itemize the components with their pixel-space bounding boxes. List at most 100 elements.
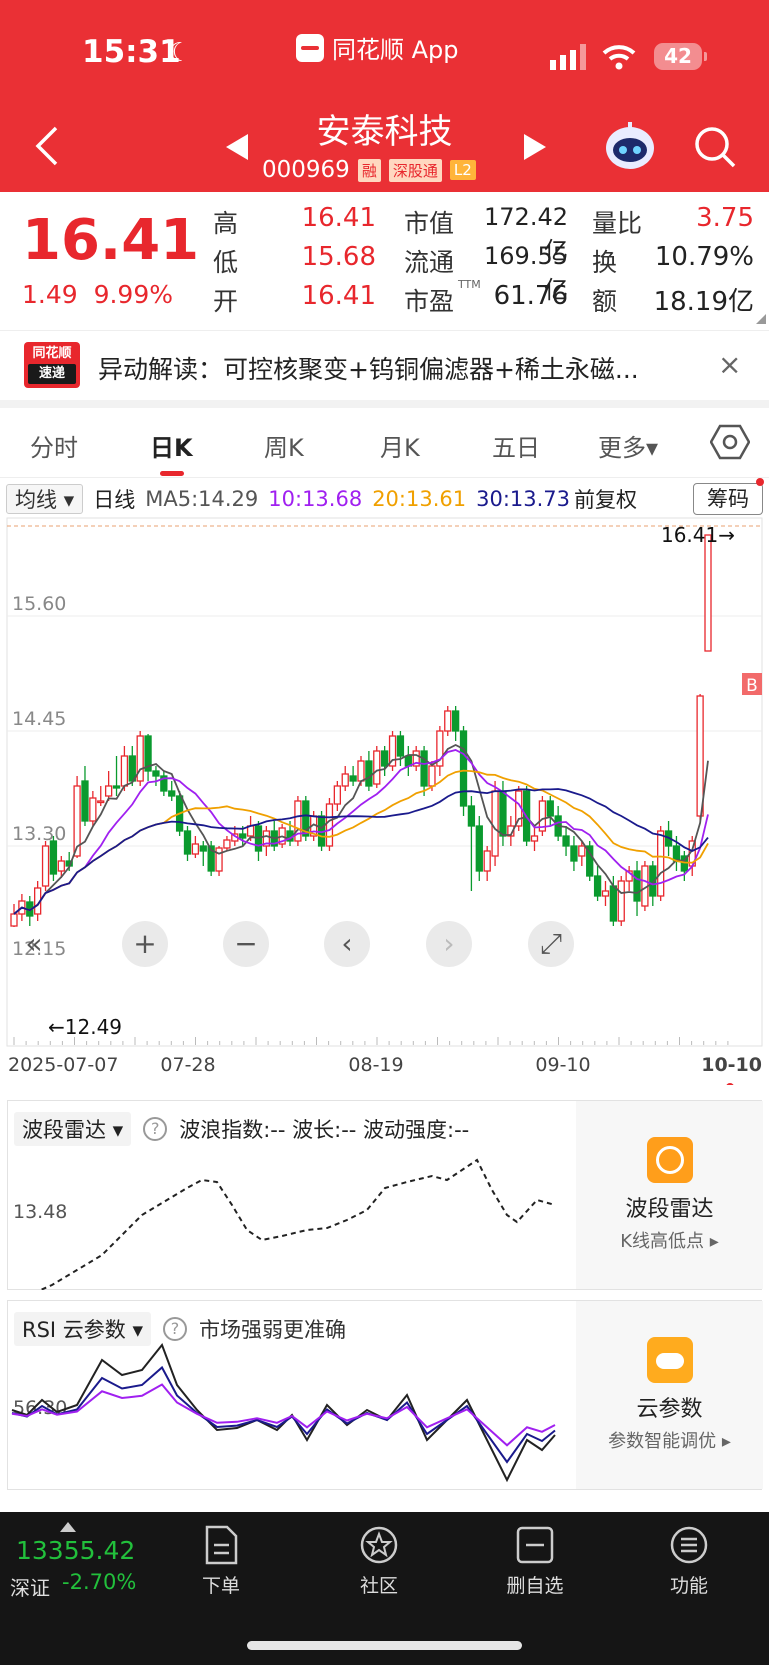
nav-order[interactable]: 下单 xyxy=(176,1525,266,1598)
volume-ratio-label: 量比 xyxy=(592,209,643,238)
settings-icon[interactable] xyxy=(710,424,750,460)
period-label: 日线 xyxy=(93,488,136,512)
nav-order-label: 下单 xyxy=(201,1575,240,1597)
expand-corner-icon[interactable] xyxy=(756,314,766,324)
scroll-left-icon[interactable]: « xyxy=(25,927,42,960)
rsi-chart: 56.30 xyxy=(11,1343,556,1483)
candle-body xyxy=(420,750,428,787)
close-icon[interactable]: × xyxy=(718,348,741,381)
wave-selector[interactable]: 波段雷达 ▾ xyxy=(14,1112,132,1146)
scroll-left-icon-glyph: « xyxy=(25,927,42,960)
connect-tag: 深股通 xyxy=(388,158,442,182)
candle-body xyxy=(112,785,121,789)
amount-label: 额 xyxy=(592,287,618,316)
tab-weekly-k[interactable]: 周K xyxy=(264,428,304,463)
high-label: 高 xyxy=(213,209,239,238)
wave-line xyxy=(38,1158,556,1290)
candle-body xyxy=(97,800,105,804)
status-time: 15:31 xyxy=(82,34,181,70)
kline-chart[interactable]: 16.7515.6014.4513.3012.15 16.41→ ←12.49 … xyxy=(0,515,769,1085)
help-icon[interactable]: ? xyxy=(163,1317,188,1341)
signal-icon xyxy=(550,44,586,70)
candle-body xyxy=(199,845,207,852)
candle-body xyxy=(81,780,89,822)
app-name: 同花顺 App xyxy=(296,30,459,65)
candle-body xyxy=(396,735,405,757)
ma20-value: 20:13.61 xyxy=(372,487,467,511)
candle-body xyxy=(444,710,452,732)
nav-remove-watchlist[interactable]: 删自选 xyxy=(490,1525,580,1598)
candle-body xyxy=(10,913,18,927)
index-up-arrow-icon xyxy=(60,1522,76,1532)
pe-value: 61.76 xyxy=(493,281,568,311)
news-text[interactable]: 异动解读：可控核聚变+钨铜偏滤器+稀土永磁... xyxy=(98,350,639,386)
app-logo-icon xyxy=(296,33,324,62)
high-value: 16.41 xyxy=(301,203,376,233)
x-axis-label: 07-28 xyxy=(160,1054,215,1076)
candle-body xyxy=(357,760,365,782)
zoom-out-icon[interactable]: − xyxy=(223,921,269,967)
search-icon[interactable] xyxy=(694,126,736,168)
prev-icon[interactable]: ‹ xyxy=(324,921,370,967)
market-cap-label: 市值 xyxy=(404,209,455,238)
wave-header: 波段雷达 ▾ ? 波浪指数:-- 波长:-- 波动强度:-- xyxy=(14,1112,469,1146)
change-value: 1.49 xyxy=(22,280,78,309)
candle-body xyxy=(349,775,357,782)
candle-body xyxy=(475,825,483,872)
candle-body xyxy=(41,845,50,887)
x-axis-label: 10-10 xyxy=(701,1054,762,1076)
next-stock-icon[interactable] xyxy=(522,134,546,160)
tab-daily-k[interactable]: 日K xyxy=(150,428,193,463)
nav-remove-label: 删自选 xyxy=(506,1575,564,1597)
tab-more[interactable]: 更多▾ xyxy=(598,428,658,463)
candle-body xyxy=(459,730,468,807)
candle-body xyxy=(696,695,704,817)
adjust-label[interactable]: 前复权 xyxy=(574,484,637,514)
cloud-card-sub: 参数智能调优 ▸ xyxy=(608,1431,731,1452)
active-tab-indicator xyxy=(160,471,184,476)
candle-body xyxy=(633,870,641,902)
tab-five-day[interactable]: 五日 xyxy=(492,428,540,463)
order-icon xyxy=(205,1525,238,1565)
nav-functions[interactable]: 功能 xyxy=(644,1525,734,1598)
ma-selector[interactable]: 均线 ▾ xyxy=(6,484,84,514)
x-axis-label: 09-10 xyxy=(535,1054,590,1076)
change-percent: 9.99% xyxy=(93,280,173,309)
tab-intraday[interactable]: 分时 xyxy=(30,428,78,463)
stock-code-row: 000969 融 深股通 L2 xyxy=(262,157,476,183)
news-logo: 同花顺 速递 xyxy=(24,342,80,388)
nav-community[interactable]: 社区 xyxy=(334,1525,424,1598)
buy-marker: B xyxy=(746,676,758,696)
next-icon[interactable]: › xyxy=(426,921,472,967)
zoom-in-icon[interactable]: + xyxy=(122,921,168,967)
app-name-label: 同花顺 App xyxy=(332,36,459,64)
radar-icon xyxy=(646,1137,693,1183)
cloud-param-card[interactable]: 云参数 参数智能调优 ▸ xyxy=(576,1301,763,1489)
cloud-icon xyxy=(646,1337,693,1383)
tab-monthly-k[interactable]: 月K xyxy=(380,428,420,463)
turnover-value: 10.79% xyxy=(654,242,754,272)
wave-info: 波浪指数:-- 波长:-- 波动强度:-- xyxy=(179,1118,470,1142)
index-value[interactable]: 13355.42 xyxy=(16,1536,135,1565)
open-value: 16.41 xyxy=(301,281,376,311)
zoom-in-icon-glyph: + xyxy=(133,927,156,960)
candle-body xyxy=(341,773,349,787)
chip-button[interactable]: 筹码 xyxy=(693,483,763,515)
candle-body xyxy=(333,785,341,805)
candle-body xyxy=(451,710,460,732)
candle-body xyxy=(183,830,192,855)
candle-body xyxy=(168,790,176,797)
remove-watchlist-icon xyxy=(516,1526,554,1564)
candle-body xyxy=(672,845,681,862)
y-axis-label: 15.60 xyxy=(12,593,66,615)
news-logo-top: 同花顺 xyxy=(32,346,72,361)
menu-icon xyxy=(670,1526,708,1564)
candle-body xyxy=(104,785,113,797)
candle-body xyxy=(239,833,247,839)
wave-radar-card[interactable]: 波段雷达 K线高低点 ▸ xyxy=(576,1101,763,1289)
candle-body xyxy=(428,765,436,787)
robot-assistant-icon[interactable] xyxy=(604,120,656,172)
help-icon[interactable]: ? xyxy=(143,1117,168,1141)
float-cap-label: 流通 xyxy=(404,248,455,277)
fullscreen-icon[interactable]: ⤢ xyxy=(528,921,574,967)
